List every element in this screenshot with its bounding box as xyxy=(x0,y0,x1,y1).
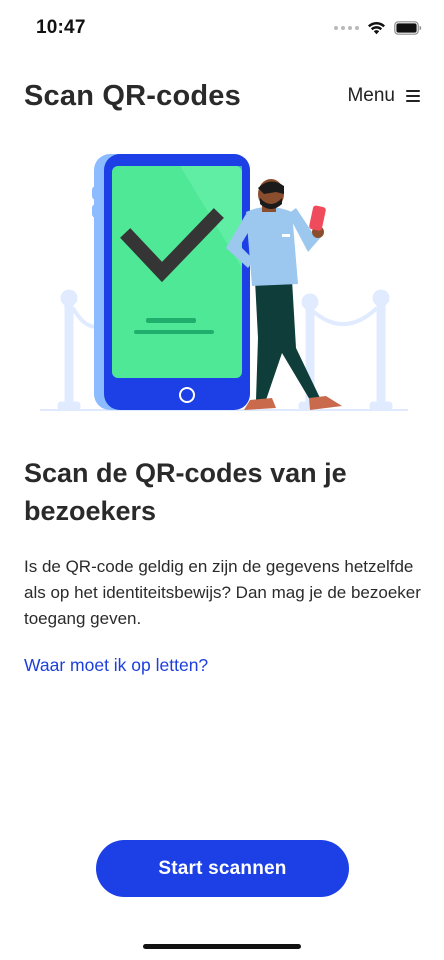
menu-button[interactable]: Menu xyxy=(347,85,420,107)
wifi-icon xyxy=(368,21,385,35)
menu-label: Menu xyxy=(347,85,395,106)
status-time: 10:47 xyxy=(36,17,86,38)
hamburger-menu-icon xyxy=(406,90,420,102)
cellular-signal-icon xyxy=(334,26,359,30)
status-icons xyxy=(334,18,422,38)
app-screen: 10:47 Scan QR-codes Menu Scan de QR-code… xyxy=(0,0,444,960)
status-bar: 10:47 xyxy=(0,0,444,56)
header: Scan QR-codes Menu xyxy=(24,76,420,116)
content-heading: Scan de QR-codes van je bezoekers xyxy=(24,458,347,526)
help-link[interactable]: Waar moet ik op letten? xyxy=(24,655,208,676)
start-scanning-button[interactable]: Start scannen xyxy=(96,840,349,897)
battery-icon xyxy=(394,21,422,35)
scan-illustration xyxy=(40,154,408,411)
page-title: Scan QR-codes xyxy=(24,79,241,112)
home-indicator xyxy=(143,944,301,949)
content-body: Is de QR-code geldig en zijn de gegevens… xyxy=(24,557,421,628)
